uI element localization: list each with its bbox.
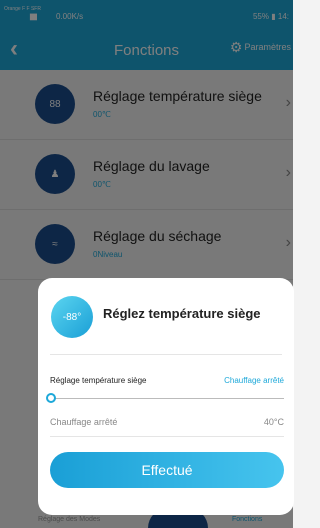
slider-max-label: 40°C bbox=[263, 417, 284, 427]
slider-track bbox=[50, 398, 284, 399]
slider-min-label: Chauffage arrêté bbox=[50, 417, 118, 427]
thermometer-icon: -88° bbox=[51, 296, 93, 338]
divider bbox=[50, 354, 282, 355]
setting-state: Chauffage arrêté bbox=[224, 376, 284, 385]
done-button[interactable]: Effectué bbox=[50, 452, 284, 488]
slider-thumb[interactable] bbox=[46, 393, 56, 403]
temperature-slider[interactable] bbox=[46, 393, 284, 403]
setting-label: Réglage température siège bbox=[50, 376, 147, 385]
divider bbox=[50, 436, 284, 437]
dialog-title: Réglez température siège bbox=[103, 306, 261, 321]
seat-temperature-dialog: -88° Réglez température siège Réglage te… bbox=[38, 278, 294, 515]
